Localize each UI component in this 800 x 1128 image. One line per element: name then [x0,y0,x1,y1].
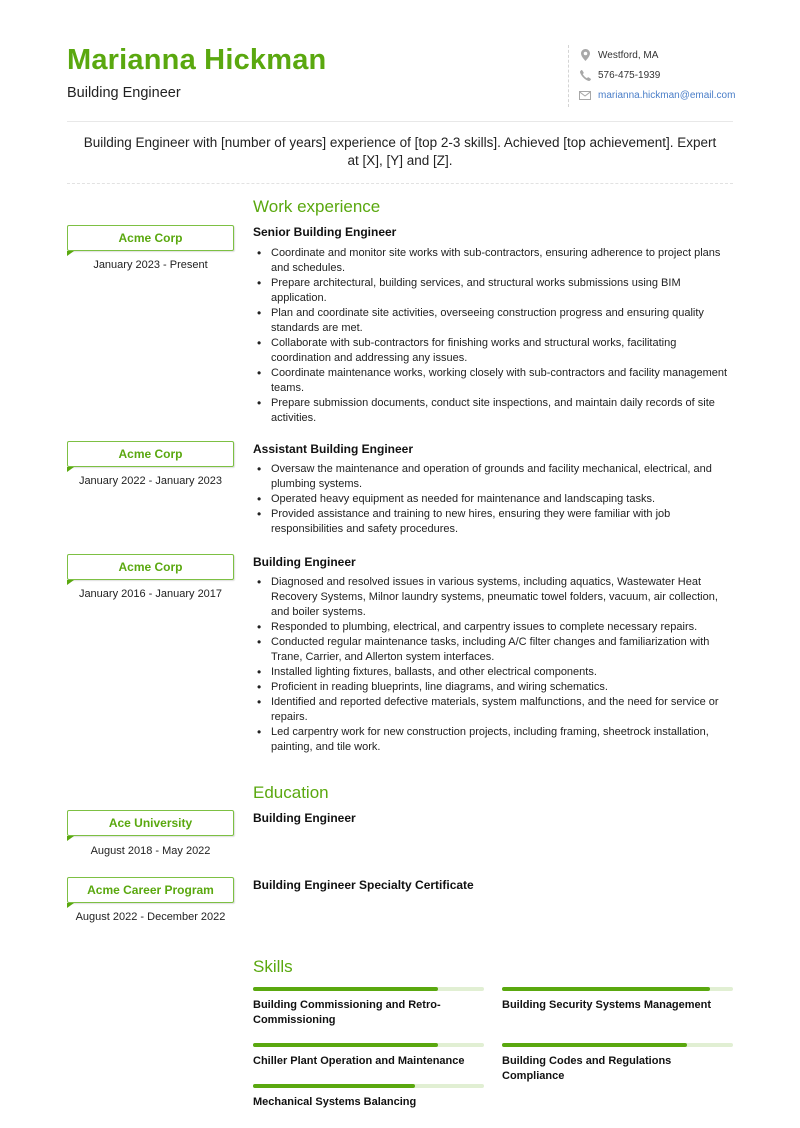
job-dates: January 2023 - Present [93,259,208,271]
work-experience-heading: Work experience [253,197,381,216]
skill-bar [253,987,484,991]
skill-item: Building Commissioning and Retro-Commiss… [253,987,484,1028]
job-role: Building Engineer [253,555,356,569]
skill-bar [502,987,733,991]
job-bullets: Oversaw the maintenance and operation of… [253,462,733,537]
job-bullet: Provided assistance and training to new … [253,507,733,537]
job-bullet: Responded to plumbing, electrical, and c… [253,620,733,635]
job-bullet: Operated heavy equipment as needed for m… [253,492,733,507]
skill-item: Building Codes and Regulations Complianc… [502,1043,733,1084]
job-bullet: Installed lighting fixtures, ballasts, a… [253,665,733,680]
skill-name: Building Security Systems Management [502,999,712,1011]
skill-bar [253,1043,484,1047]
skill-name: Mechanical Systems Balancing [253,1096,417,1108]
job-bullet: Prepare architectural, building services… [253,276,733,306]
phone-icon [579,69,591,81]
summary-text: Building Engineer with [number of years]… [83,135,717,168]
skill-bar [253,1084,484,1088]
skills-heading: Skills [253,957,293,976]
contact-phone: 576-475-1939 [579,65,735,85]
job-bullet: Diagnosed and resolved issues in various… [253,575,733,620]
education-dates: August 2018 - May 2022 [90,845,211,857]
job-bullets: Diagnosed and resolved issues in various… [253,575,733,755]
job-bullet: Conducted regular maintenance tasks, inc… [253,635,733,665]
contact-email[interactable]: marianna.hickman@email.com [579,85,735,105]
summary-divider [67,183,733,184]
job-bullet: Coordinate maintenance works, working cl… [253,366,733,396]
job-bullet: Identified and reported defective materi… [253,695,733,725]
skill-name: Building Commissioning and Retro-Commiss… [253,999,441,1026]
company-tag: Acme Corp [66,441,234,472]
skill-name: Chiller Plant Operation and Maintenance [253,1055,465,1067]
education-dates: August 2022 - December 2022 [75,911,226,923]
contact-location: Westford, MA [579,45,735,65]
skill-name: Building Codes and Regulations Complianc… [502,1055,672,1082]
contact-block: Westford, MA 576-475-1939 marianna.hickm… [568,45,735,107]
skill-bar-fill [502,1043,687,1047]
degree-title: Building Engineer [253,811,356,825]
phone-text: 576-475-1939 [598,69,661,81]
header-divider [67,121,733,122]
skill-item: Chiller Plant Operation and Maintenance [253,1043,484,1069]
email-link[interactable]: marianna.hickman@email.com [598,90,735,101]
job-bullet: Proficient in reading blueprints, line d… [253,680,733,695]
skill-item: Building Security Systems Management [502,987,733,1013]
skill-bar-fill [253,987,438,991]
degree-title: Building Engineer Specialty Certificate [253,878,474,892]
job-bullets: Coordinate and monitor site works with s… [253,246,733,426]
job-dates: January 2016 - January 2017 [78,588,223,600]
resume-page: Marianna Hickman Building Engineer Westf… [0,0,800,1128]
company-tag: Acme Corp [66,554,234,585]
job-role: Assistant Building Engineer [253,442,414,456]
skill-item: Mechanical Systems Balancing [253,1084,484,1110]
candidate-title: Building Engineer [67,85,181,101]
envelope-icon [579,89,591,101]
job-bullet: Coordinate and monitor site works with s… [253,246,733,276]
job-bullet: Plan and coordinate site activities, ove… [253,306,733,336]
skill-bar-fill [253,1043,438,1047]
company-tag: Acme Corp [66,225,234,256]
skill-bar-fill [253,1084,415,1088]
job-bullet: Led carpentry work for new construction … [253,725,733,755]
job-bullet: Oversaw the maintenance and operation of… [253,462,733,492]
job-bullet: Prepare submission documents, conduct si… [253,396,733,426]
education-heading: Education [253,783,329,802]
job-dates: January 2022 - January 2023 [78,475,223,487]
skill-bar [502,1043,733,1047]
location-pin-icon [579,49,591,61]
job-role: Senior Building Engineer [253,225,397,239]
location-text: Westford, MA [598,49,659,61]
school-tag: Acme Career Program [66,877,234,908]
job-bullet: Collaborate with sub-contractors for fin… [253,336,733,366]
candidate-name: Marianna Hickman [67,44,327,76]
skill-bar-fill [502,987,710,991]
school-tag: Ace University [66,810,234,841]
